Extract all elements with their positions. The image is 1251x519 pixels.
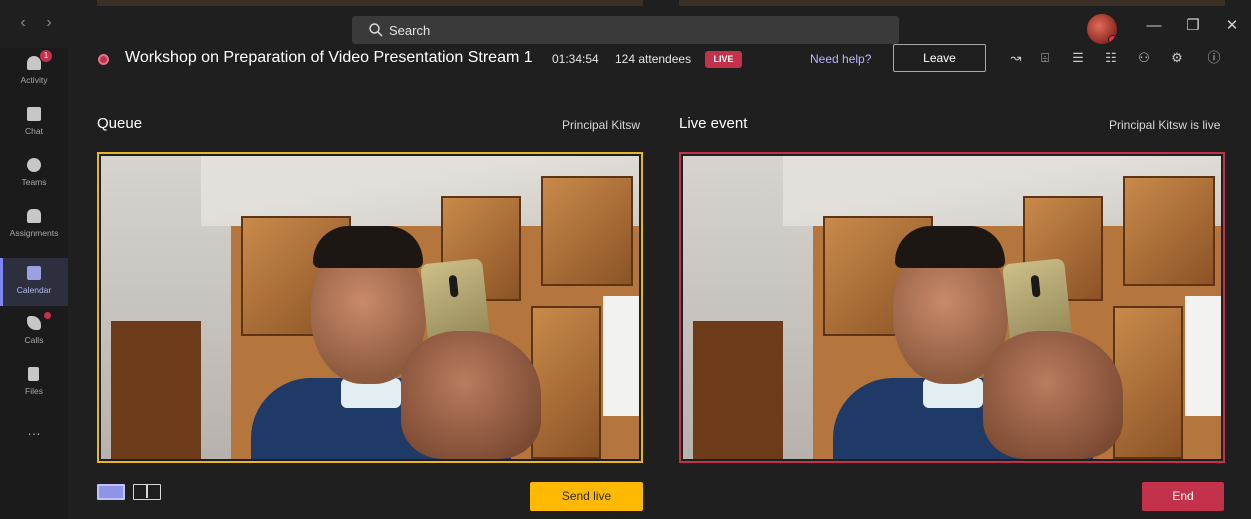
app-rail: 1 Activity Chat Teams Assignments Calend… xyxy=(0,48,68,519)
end-button[interactable]: End xyxy=(1142,482,1224,511)
rail-item-activity[interactable]: 1 Activity xyxy=(0,48,68,96)
rail-label: Calendar xyxy=(16,285,52,295)
rail-label: Files xyxy=(25,386,43,396)
elapsed-time: 01:34:54 xyxy=(552,52,599,66)
notes-icon[interactable]: ☰ xyxy=(1071,51,1085,65)
minimize-icon[interactable]: — xyxy=(1146,18,1162,34)
search-placeholder: Search xyxy=(389,23,431,38)
bell-icon xyxy=(27,56,41,70)
people-icon[interactable]: ⚇ xyxy=(1137,51,1151,65)
search-icon xyxy=(369,23,383,37)
qa-icon[interactable]: ⌹ xyxy=(1038,51,1052,65)
restore-icon[interactable]: ❐ xyxy=(1185,18,1201,34)
file-icon xyxy=(28,367,39,381)
queue-video xyxy=(101,156,639,459)
video-hand xyxy=(983,331,1123,459)
phone-camera xyxy=(448,274,459,298)
calendar-icon xyxy=(27,266,41,280)
live-video-frame[interactable] xyxy=(679,152,1225,463)
video-door xyxy=(693,321,783,459)
rail-label: Activity xyxy=(20,75,48,85)
video-edge xyxy=(97,0,643,6)
rail-item-assignments[interactable]: Assignments xyxy=(0,201,68,249)
video-edge xyxy=(679,0,1225,6)
close-icon[interactable]: ✕ xyxy=(1224,18,1240,34)
video-cabinet xyxy=(531,306,601,459)
meeting-title: Workshop on Preparation of Video Present… xyxy=(125,49,533,66)
video-hand xyxy=(401,331,541,459)
rail-item-files[interactable]: Files xyxy=(0,359,68,407)
video-cabinet xyxy=(1123,176,1215,286)
layout-single-icon[interactable] xyxy=(97,484,125,500)
rail-label: Chat xyxy=(25,126,43,136)
settings-icon[interactable]: ⚙ xyxy=(1170,51,1184,65)
more-icon: … xyxy=(27,422,41,438)
phone-icon xyxy=(27,316,41,330)
attendee-count: 124 attendees xyxy=(615,52,692,66)
send-live-button[interactable]: Send live xyxy=(530,482,643,511)
chevron-right-icon[interactable]: › xyxy=(40,14,58,32)
phone-camera xyxy=(1030,274,1041,298)
health-icon[interactable]: ↝ xyxy=(1009,51,1023,65)
video-cabinet xyxy=(1113,306,1183,459)
chevron-left-icon[interactable]: ‹ xyxy=(14,14,32,32)
meeting-header: Workshop on Preparation of Video Present… xyxy=(68,40,1251,80)
teams-live-event-window: ‹ › Search — ❐ ✕ 1 Activity Chat Teams A… xyxy=(0,0,1251,519)
live-badge: LIVE xyxy=(705,51,742,68)
queue-title: Queue xyxy=(97,115,143,132)
teams-icon xyxy=(27,158,41,172)
rail-item-chat[interactable]: Chat xyxy=(0,99,68,147)
layout-split-icon[interactable] xyxy=(133,484,161,500)
live-event-title: Live event xyxy=(679,115,748,132)
video-window xyxy=(603,296,639,416)
rail-label: Calls xyxy=(24,335,44,345)
video-cabinet xyxy=(541,176,633,286)
calls-dot xyxy=(44,312,51,319)
info-icon[interactable]: ⓘ xyxy=(1207,51,1221,65)
queue-presenter: Principal Kitsw xyxy=(562,118,641,132)
queue-video-frame[interactable] xyxy=(97,152,643,463)
video-hair xyxy=(895,226,1005,268)
video-door xyxy=(111,321,201,459)
live-video xyxy=(683,156,1221,459)
rail-label: Teams xyxy=(21,177,47,187)
rail-item-more[interactable]: … xyxy=(0,416,68,464)
rail-label: Assignments xyxy=(9,228,59,238)
video-hair xyxy=(313,226,423,268)
need-help-link[interactable]: Need help? xyxy=(810,52,871,66)
activity-badge: 1 xyxy=(40,50,52,62)
live-event-status: Principal Kitsw is live xyxy=(1109,118,1221,132)
rail-item-teams[interactable]: Teams xyxy=(0,150,68,198)
leave-button[interactable]: Leave xyxy=(893,44,986,72)
rail-item-calls[interactable]: Calls xyxy=(0,308,68,356)
rail-item-calendar[interactable]: Calendar xyxy=(0,258,68,306)
chat-icon[interactable]: ☷ xyxy=(1104,51,1118,65)
chat-icon xyxy=(27,107,41,121)
backpack-icon xyxy=(27,209,41,223)
record-icon xyxy=(98,54,109,65)
video-window xyxy=(1185,296,1221,416)
